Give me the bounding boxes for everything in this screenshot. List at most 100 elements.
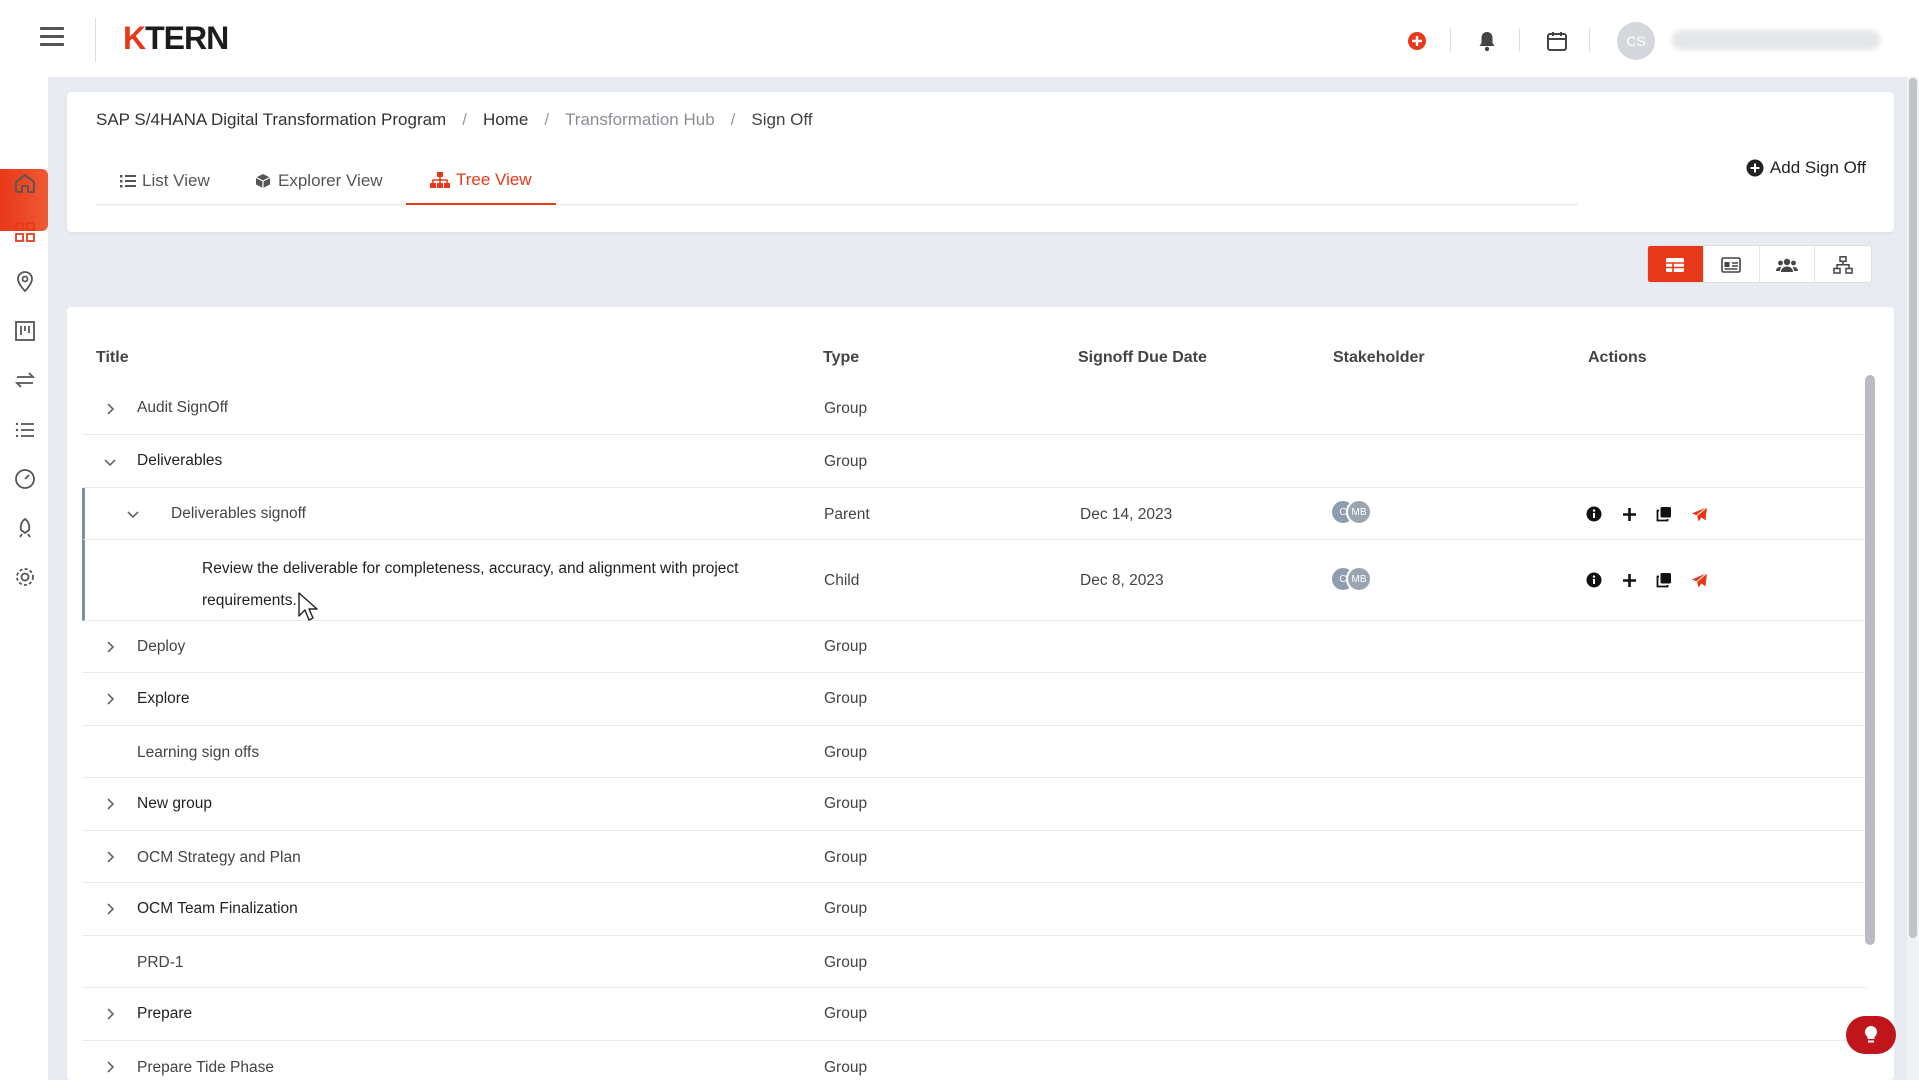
- hierarchy-icon: [1833, 256, 1853, 274]
- row-type: Group: [824, 849, 868, 866]
- table-row[interactable]: Prepare Group: [82, 988, 1867, 1041]
- row-title: OCM Strategy and Plan: [137, 849, 301, 866]
- column-header-title[interactable]: Title: [96, 349, 129, 367]
- table-view-button[interactable]: [1648, 246, 1704, 282]
- plus-circle-icon: [1746, 159, 1764, 177]
- row-type: Group: [824, 400, 868, 417]
- avatar[interactable]: MB: [1346, 499, 1372, 525]
- page-scrollbar-thumb[interactable]: [1909, 78, 1917, 938]
- cube-icon: [255, 173, 271, 188]
- plus-icon[interactable]: [1619, 570, 1639, 590]
- breadcrumb-transformation-hub[interactable]: Transformation Hub: [565, 110, 715, 130]
- list-icon: [120, 174, 136, 187]
- row-title: Deliverables: [137, 452, 223, 469]
- table-row[interactable]: Prepare Tide Phase Group: [82, 1041, 1867, 1080]
- calendar-icon[interactable]: [1542, 26, 1572, 56]
- header-card: SAP S/4HANA Digital Transformation Progr…: [67, 92, 1894, 232]
- table-row[interactable]: Deliverables signoff Parent Dec 14, 2023…: [82, 488, 1867, 540]
- tab-explorer-view[interactable]: Explorer View: [230, 156, 407, 205]
- table-row[interactable]: PRD-1 Group: [82, 936, 1867, 988]
- stakeholder-avatars[interactable]: C MB: [1330, 499, 1372, 525]
- add-sign-off-button[interactable]: Add Sign Off: [1746, 158, 1866, 178]
- hamburger-menu-icon[interactable]: [40, 27, 64, 47]
- chevron-right-icon[interactable]: [102, 849, 118, 865]
- plus-icon[interactable]: [1619, 504, 1639, 524]
- chevron-right-icon[interactable]: [102, 901, 118, 917]
- hierarchy-view-button[interactable]: [1815, 246, 1871, 282]
- kanban-board-icon[interactable]: [12, 318, 38, 344]
- column-header-type[interactable]: Type: [823, 349, 859, 367]
- table-row[interactable]: Deploy Group: [82, 621, 1867, 673]
- row-title: Deploy: [137, 638, 186, 655]
- table-row[interactable]: Audit SignOff Group: [82, 383, 1867, 435]
- chevron-right-icon[interactable]: [102, 796, 118, 812]
- table-row[interactable]: Learning sign offs Group: [82, 726, 1867, 778]
- row-title: OCM Team Finalization: [137, 900, 298, 917]
- copy-icon[interactable]: [1654, 504, 1674, 524]
- settings-gear-icon[interactable]: [12, 564, 38, 590]
- table-row[interactable]: Explore Group: [82, 673, 1867, 726]
- mouse-cursor-icon: [298, 592, 318, 621]
- row-title: PRD-1: [137, 954, 184, 971]
- chevron-down-icon[interactable]: [125, 506, 141, 522]
- divider: [95, 18, 96, 62]
- row-title: Learning sign offs: [137, 744, 260, 761]
- list-icon[interactable]: [12, 417, 38, 443]
- table-scrollbar[interactable]: [1865, 375, 1875, 945]
- table-row[interactable]: New group Group: [82, 778, 1867, 831]
- breadcrumb: SAP S/4HANA Digital Transformation Progr…: [96, 110, 813, 130]
- card-view-button[interactable]: [1703, 246, 1760, 282]
- add-circle-icon[interactable]: [1402, 26, 1432, 56]
- row-type: Group: [824, 1005, 868, 1022]
- avatar[interactable]: MB: [1346, 566, 1372, 592]
- row-title: Prepare: [137, 1005, 193, 1022]
- tab-list-view[interactable]: List View: [96, 156, 234, 205]
- column-header-actions[interactable]: Actions: [1588, 349, 1647, 367]
- home-icon[interactable]: [12, 170, 38, 196]
- breadcrumb-sign-off: Sign Off: [751, 110, 813, 129]
- rocket-icon[interactable]: [12, 515, 38, 541]
- table-row[interactable]: OCM Team Finalization Group: [82, 883, 1867, 936]
- chevron-right-icon[interactable]: [102, 1059, 118, 1075]
- chevron-right-icon[interactable]: [102, 691, 118, 707]
- table-row[interactable]: Deliverables Group: [82, 435, 1867, 488]
- chevron-right-icon[interactable]: [102, 401, 118, 417]
- row-type: Group: [824, 744, 868, 761]
- tree-rows: Audit SignOff Group Deliverables Group D…: [82, 383, 1867, 1080]
- table-row[interactable]: OCM Strategy and Plan Group: [82, 831, 1867, 883]
- location-pin-icon[interactable]: [12, 268, 38, 294]
- row-type: Parent: [824, 506, 870, 523]
- bell-icon[interactable]: [1472, 26, 1502, 56]
- table-row[interactable]: Review the deliverable for completeness,…: [82, 540, 1867, 621]
- tab-tree-view[interactable]: Tree View: [406, 156, 556, 205]
- send-icon[interactable]: [1689, 570, 1709, 590]
- dashboard-grid-icon[interactable]: [12, 219, 38, 245]
- gauge-icon[interactable]: [12, 466, 38, 492]
- help-bulb-button[interactable]: [1846, 1016, 1896, 1054]
- row-title: Review the deliverable for completeness,…: [202, 560, 739, 609]
- column-header-stakeholder[interactable]: Stakeholder: [1333, 349, 1425, 367]
- user-name-blurred[interactable]: [1672, 30, 1880, 50]
- view-tabs: List View Explorer View Tree View: [96, 156, 1578, 205]
- send-icon[interactable]: [1689, 504, 1709, 524]
- chevron-right-icon[interactable]: [102, 1006, 118, 1022]
- chevron-right-icon[interactable]: [102, 639, 118, 655]
- id-card-icon: [1721, 257, 1741, 273]
- row-title: Deliverables signoff: [171, 505, 306, 522]
- user-avatar[interactable]: CS: [1617, 22, 1655, 60]
- info-icon[interactable]: [1584, 504, 1604, 524]
- transfer-arrows-icon[interactable]: [12, 367, 38, 393]
- row-type: Group: [824, 453, 868, 470]
- row-title: Audit SignOff: [137, 399, 229, 416]
- ktern-logo[interactable]: KTERN: [123, 20, 229, 57]
- chevron-down-icon[interactable]: [102, 454, 118, 470]
- copy-icon[interactable]: [1654, 570, 1674, 590]
- row-type: Group: [824, 795, 868, 812]
- row-type: Child: [824, 572, 860, 589]
- breadcrumb-program[interactable]: SAP S/4HANA Digital Transformation Progr…: [96, 110, 446, 130]
- info-icon[interactable]: [1584, 570, 1604, 590]
- breadcrumb-home[interactable]: Home: [483, 110, 528, 130]
- stakeholder-avatars[interactable]: C MB: [1330, 566, 1372, 592]
- column-header-due-date[interactable]: Signoff Due Date: [1078, 349, 1207, 367]
- group-view-button[interactable]: [1759, 246, 1816, 282]
